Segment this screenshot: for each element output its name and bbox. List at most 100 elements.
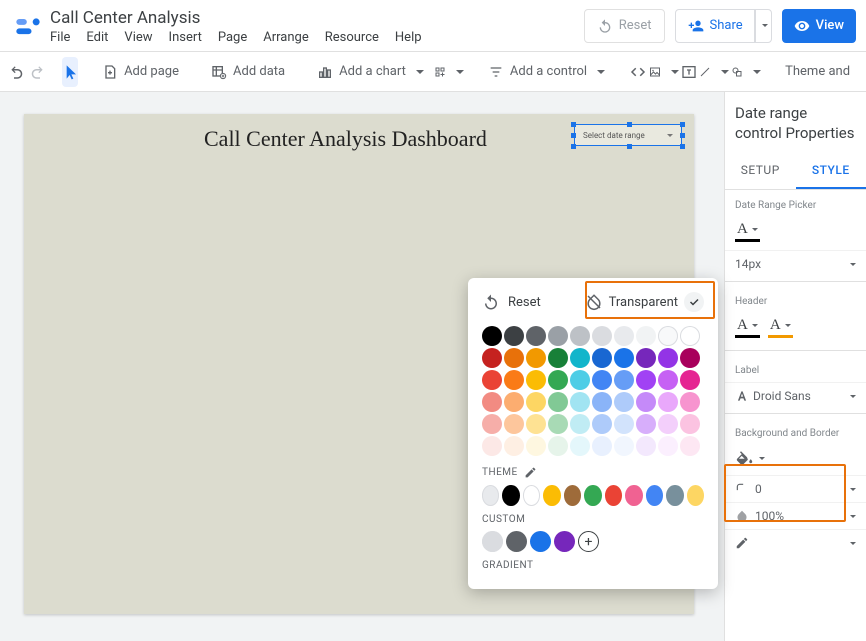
undo-button[interactable] [8, 57, 26, 87]
color-swatch[interactable] [592, 414, 612, 434]
dashboard-title-text[interactable]: Call Center Analysis Dashboard [204, 126, 487, 152]
header-font-color[interactable]: A [735, 317, 760, 338]
color-swatch[interactable] [482, 436, 502, 456]
border-radius-row[interactable]: 0 [725, 475, 866, 502]
color-swatch[interactable] [658, 392, 678, 412]
menu-help[interactable]: Help [395, 30, 422, 45]
color-swatch[interactable] [548, 436, 568, 456]
color-swatch[interactable] [614, 414, 634, 434]
theme-button[interactable]: Theme and [777, 57, 858, 87]
custom-swatch[interactable] [530, 531, 551, 552]
color-swatch[interactable] [592, 436, 612, 456]
theme-swatch[interactable] [543, 485, 560, 506]
add-chart-button[interactable]: Add a chart [309, 57, 432, 87]
picker-font-size[interactable]: 14px [725, 250, 866, 277]
color-swatch[interactable] [636, 392, 656, 412]
document-title[interactable]: Call Center Analysis [50, 6, 584, 28]
color-swatch[interactable] [504, 436, 524, 456]
color-swatch[interactable] [680, 326, 700, 346]
color-swatch[interactable] [570, 348, 590, 368]
color-swatch[interactable] [636, 370, 656, 390]
theme-swatch[interactable] [584, 485, 601, 506]
menu-resource[interactable]: Resource [325, 30, 379, 45]
color-swatch[interactable] [658, 414, 678, 434]
picker-transparent-button[interactable]: Transparent [585, 292, 704, 312]
embed-button[interactable] [629, 57, 647, 87]
color-swatch[interactable] [482, 392, 502, 412]
color-swatch[interactable] [482, 414, 502, 434]
theme-swatch[interactable] [482, 485, 499, 506]
color-swatch[interactable] [548, 392, 568, 412]
color-swatch[interactable] [658, 370, 678, 390]
add-data-button[interactable]: Add data [203, 57, 293, 87]
line-button[interactable] [699, 57, 729, 87]
community-viz-button[interactable] [434, 57, 464, 87]
color-swatch[interactable] [658, 436, 678, 456]
color-swatch[interactable] [636, 414, 656, 434]
color-swatch[interactable] [548, 326, 568, 346]
view-button[interactable]: View [782, 9, 856, 43]
custom-swatch[interactable] [506, 531, 527, 552]
color-swatch[interactable] [504, 348, 524, 368]
color-swatch[interactable] [526, 392, 546, 412]
theme-swatch[interactable] [646, 485, 663, 506]
image-button[interactable] [649, 57, 679, 87]
color-swatch[interactable] [592, 326, 612, 346]
share-button[interactable]: Share [675, 9, 756, 43]
border-color-row[interactable] [725, 529, 866, 556]
color-swatch[interactable] [680, 348, 700, 368]
color-swatch[interactable] [526, 326, 546, 346]
color-swatch[interactable] [482, 348, 502, 368]
redo-button[interactable] [28, 57, 46, 87]
color-swatch[interactable] [504, 370, 524, 390]
menu-edit[interactable]: Edit [86, 30, 108, 45]
color-swatch[interactable] [680, 392, 700, 412]
color-swatch[interactable] [592, 370, 612, 390]
reset-button[interactable]: Reset [584, 9, 665, 43]
theme-swatch[interactable] [523, 485, 540, 506]
theme-swatch[interactable] [605, 485, 622, 506]
color-swatch[interactable] [570, 326, 590, 346]
menu-insert[interactable]: Insert [169, 30, 202, 45]
color-swatch[interactable] [680, 370, 700, 390]
color-swatch[interactable] [614, 370, 634, 390]
theme-swatch[interactable] [564, 485, 581, 506]
header-accent-color[interactable]: A [768, 317, 793, 338]
color-swatch[interactable] [658, 326, 678, 346]
text-button[interactable] [681, 57, 697, 87]
color-swatch[interactable] [482, 326, 502, 346]
color-swatch[interactable] [636, 348, 656, 368]
picker-font-color[interactable]: A [735, 221, 760, 242]
color-swatch[interactable] [636, 326, 656, 346]
theme-swatch[interactable] [502, 485, 519, 506]
color-swatch[interactable] [526, 348, 546, 368]
color-swatch[interactable] [680, 436, 700, 456]
date-range-control[interactable]: Select date range [574, 124, 682, 146]
select-tool[interactable] [62, 57, 78, 87]
color-swatch[interactable] [614, 436, 634, 456]
color-swatch[interactable] [592, 348, 612, 368]
theme-swatch[interactable] [687, 485, 704, 506]
theme-swatch[interactable] [625, 485, 642, 506]
color-swatch[interactable] [570, 370, 590, 390]
picker-reset-button[interactable]: Reset [482, 293, 541, 311]
theme-swatch[interactable] [666, 485, 683, 506]
color-swatch[interactable] [526, 414, 546, 434]
color-swatch[interactable] [658, 348, 678, 368]
color-swatch[interactable] [548, 414, 568, 434]
color-swatch[interactable] [504, 392, 524, 412]
add-custom-color[interactable]: + [578, 531, 599, 552]
color-swatch[interactable] [504, 326, 524, 346]
color-swatch[interactable] [570, 436, 590, 456]
tab-setup[interactable]: SETUP [725, 153, 796, 189]
color-swatch[interactable] [614, 348, 634, 368]
color-swatch[interactable] [548, 348, 568, 368]
custom-swatch[interactable] [482, 531, 503, 552]
color-swatch[interactable] [526, 370, 546, 390]
share-dropdown[interactable] [754, 9, 772, 43]
color-swatch[interactable] [548, 370, 568, 390]
pencil-icon[interactable] [524, 466, 537, 479]
opacity-row[interactable]: 100% [725, 502, 866, 529]
color-swatch[interactable] [504, 414, 524, 434]
menu-view[interactable]: View [124, 30, 152, 45]
